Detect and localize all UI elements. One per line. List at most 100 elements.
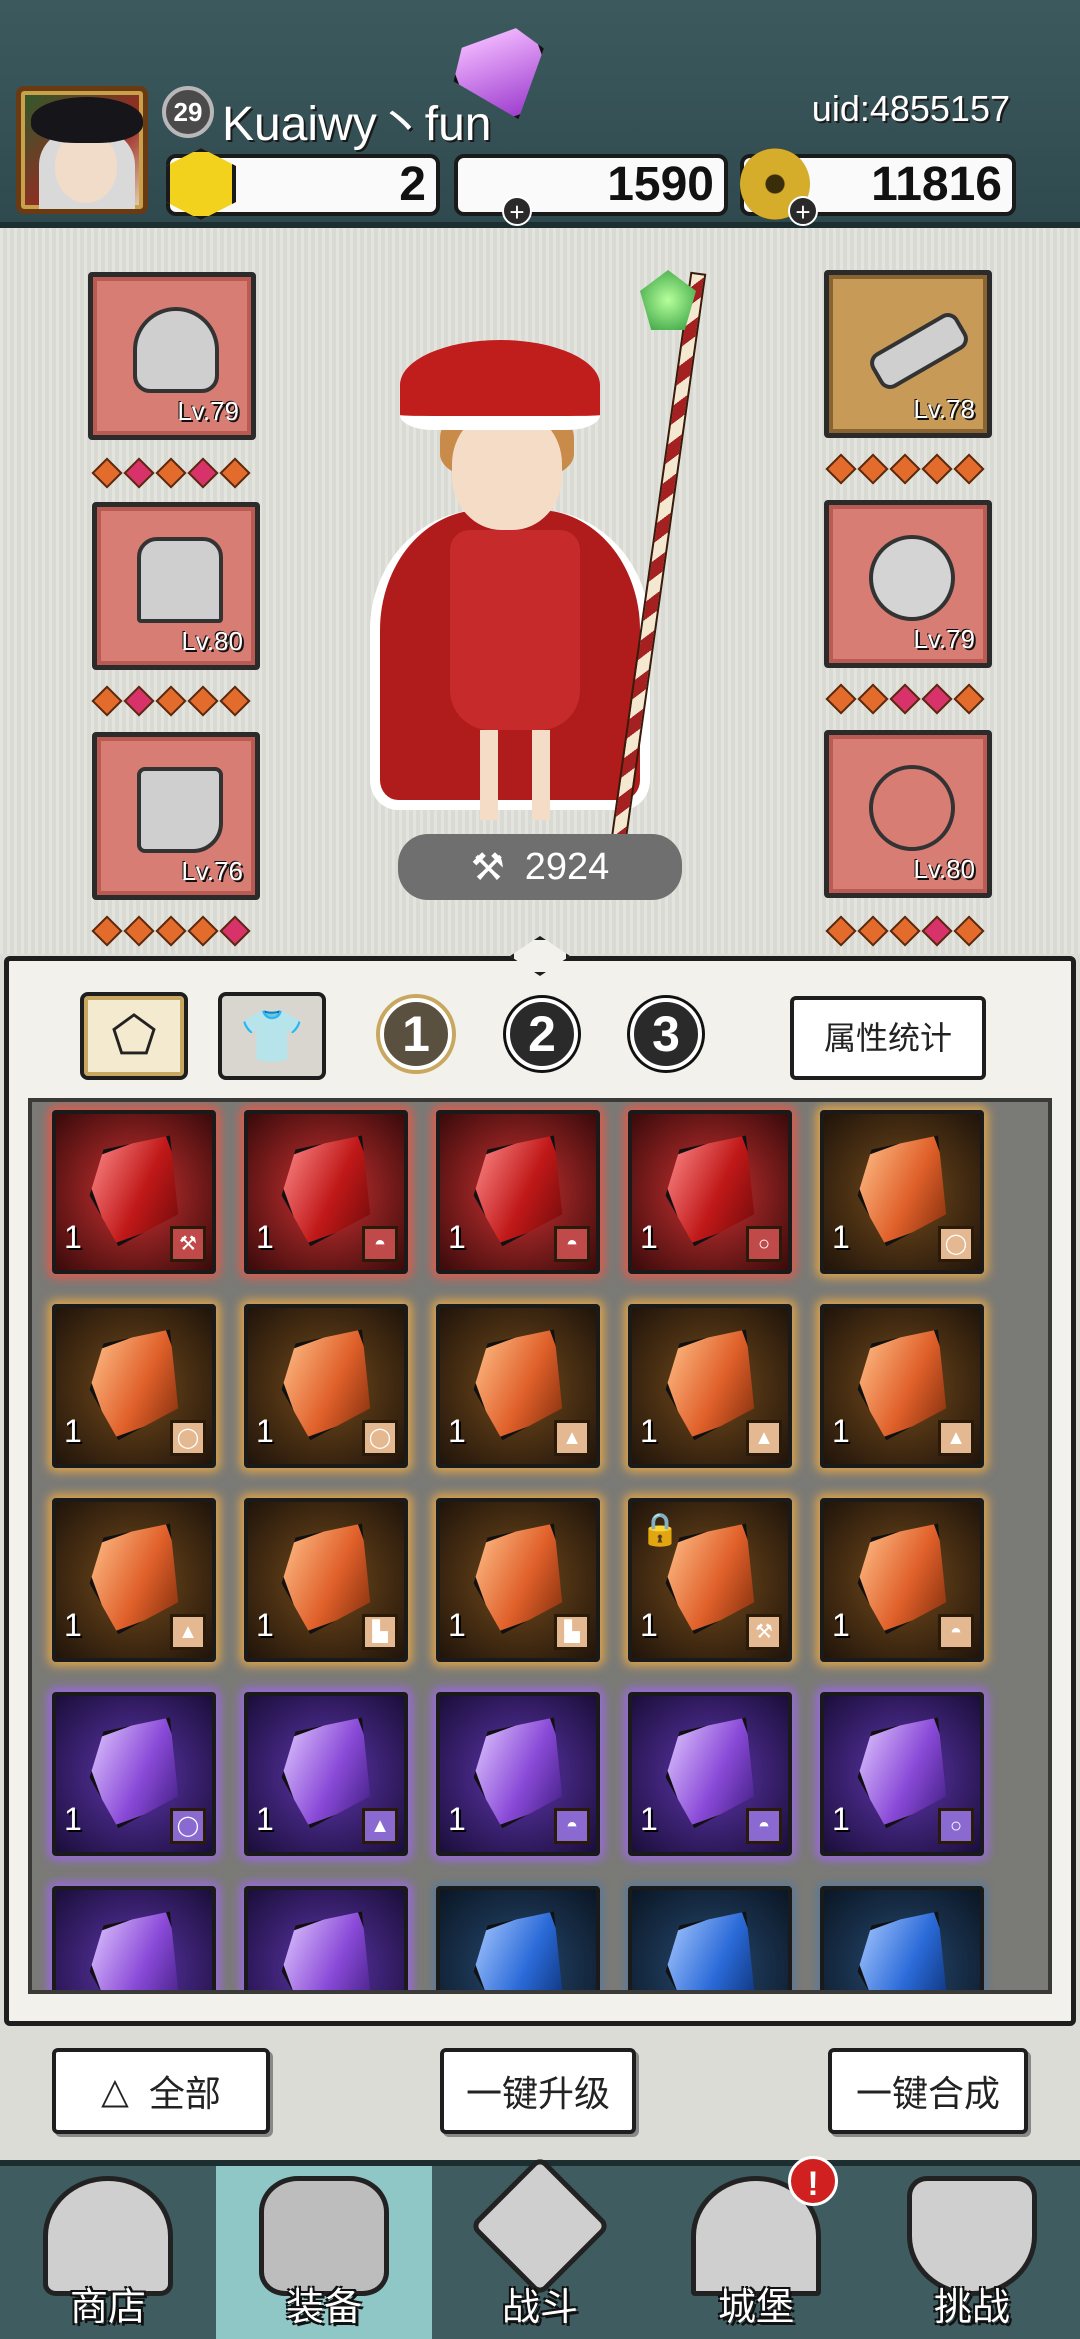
inventory-grid-container[interactable]: 1 ⚒ 1 ◓ 1 ◓ 1 ○ 1 ◯ 1 ◯ 1 ◯ 1 ▲ 1 ▲ 1 ▲ 1 ▲ 1 ▙ 1 ▙ 🔒… (28, 1098, 1052, 1994)
boots-slot-icon: ▙ (554, 1614, 590, 1650)
necklace-icon (869, 765, 955, 851)
inventory-item[interactable]: 1 (244, 1886, 408, 1994)
inventory-item[interactable]: 1 ⚒ (52, 1110, 216, 1274)
tab-costumes[interactable]: 👕 (218, 992, 326, 1080)
nav-castle[interactable]: ! 城堡 (648, 2156, 864, 2339)
loadout-tab-3[interactable]: 3 (630, 998, 702, 1070)
inventory-item[interactable]: 1 (436, 1886, 600, 1994)
slot-level: Lv.79 (177, 396, 239, 426)
upgrade-all-button[interactable]: 一键升级 (440, 2048, 636, 2134)
slot-level: Lv.80 (181, 626, 243, 656)
armor-slot-icon: ▲ (938, 1420, 974, 1456)
filter-all-button[interactable]: △ 全部 (52, 2048, 270, 2134)
armor-icon (137, 537, 223, 623)
inventory-item[interactable]: 1 ▲ (820, 1304, 984, 1468)
tab-gems[interactable]: ⬠ (80, 992, 188, 1080)
helmet-slot-icon: ◓ (554, 1226, 590, 1262)
shirt-icon: 👕 (239, 1007, 305, 1066)
purple-gem-icon (268, 1902, 391, 1994)
player-level-badge: 29 (162, 86, 214, 138)
blue-gem-icon (844, 1902, 967, 1994)
purple-gem-icon (76, 1902, 199, 1994)
inventory-item[interactable]: 1 ◓ (244, 1110, 408, 1274)
inventory-item[interactable]: 1 ◯ (820, 1110, 984, 1274)
necklace-stars (825, 915, 985, 947)
player-uid: uid:4855157 (811, 88, 1010, 129)
loadout-tab-1[interactable]: 1 (380, 998, 452, 1070)
equip-slot-boots[interactable]: Lv.76 (92, 732, 260, 900)
armor-slot-icon: ▲ (746, 1420, 782, 1456)
helmet-icon (133, 307, 219, 393)
blue-gem-icon (652, 1902, 775, 1994)
slot-level: Lv.78 (913, 394, 975, 424)
inventory-item[interactable]: 1 ◯ (52, 1692, 216, 1856)
nav-equipment[interactable]: 装备 (216, 2166, 432, 2339)
boots-slot-icon: ▙ (362, 1614, 398, 1650)
inventory-item[interactable]: 1 ◯ (52, 1304, 216, 1468)
inventory-item[interactable]: 1 (628, 1886, 792, 1994)
inventory-item[interactable]: 1 ◯ (244, 1304, 408, 1468)
inventory-item[interactable]: 1 (52, 1886, 216, 1994)
gem-outline-icon: ⬠ (111, 1007, 157, 1065)
slot-level: Lv.80 (913, 854, 975, 884)
helmet-stars (91, 457, 251, 489)
nav-shop[interactable]: 商店 (0, 2166, 216, 2339)
player-avatar[interactable] (16, 86, 148, 214)
player-name: Kuaiwy丶fun (222, 98, 492, 151)
inventory-item[interactable]: 1 ◓ (436, 1110, 600, 1274)
inventory-item[interactable]: 1 ◓ (820, 1498, 984, 1662)
equip-slot-necklace[interactable]: Lv.80 (824, 730, 992, 898)
hero-legs (480, 730, 550, 820)
nav-battle-label: 战斗 (501, 2287, 578, 2329)
inventory-item[interactable]: 1 ▲ (436, 1304, 600, 1468)
nav-battle[interactable]: 战斗 (432, 2155, 648, 2339)
loadout-tab-2[interactable]: 2 (506, 998, 578, 1070)
blue-gem-icon (460, 1902, 583, 1994)
boots-stars (91, 915, 251, 947)
equip-slot-ring[interactable]: Lv.79 (824, 500, 992, 668)
avatar-face (55, 133, 117, 203)
armor-slot-icon: ▲ (362, 1808, 398, 1844)
nav-castle-label: 城堡 (717, 2287, 794, 2329)
inventory-item[interactable]: 1 ▙ (436, 1498, 600, 1662)
armor-stars (91, 685, 251, 717)
attribute-stats-button[interactable]: 属性统计 (790, 996, 986, 1080)
helmet-slot-icon: ◓ (746, 1808, 782, 1844)
gem-counter: 1590 (454, 154, 728, 216)
helmet-slot-icon: ◓ (554, 1808, 590, 1844)
inventory-item[interactable]: 1 ▲ (628, 1304, 792, 1468)
add-gems-button[interactable]: + (502, 196, 532, 226)
merge-all-button[interactable]: 一键合成 (828, 2048, 1028, 2134)
hero-santa-hat (400, 340, 600, 430)
inventory-grid: 1 ⚒ 1 ◓ 1 ◓ 1 ○ 1 ◯ 1 ◯ 1 ◯ 1 ▲ 1 ▲ 1 ▲ 1 ▲ 1 ▙ 1 ▙ 🔒… (52, 1110, 984, 1994)
inventory-item[interactable]: 1 ▲ (52, 1498, 216, 1662)
nav-equipment-label: 装备 (285, 2287, 362, 2329)
inventory-item[interactable]: 1 ▲ (244, 1692, 408, 1856)
necklace-slot-icon: ○ (746, 1226, 782, 1262)
castle-alert-badge: ! (788, 2156, 838, 2206)
inventory-item[interactable]: 1 ▙ (244, 1498, 408, 1662)
triangle-filter-icon: △ (101, 2070, 129, 2111)
slot-level: Lv.76 (181, 856, 243, 886)
add-coins-button[interactable]: + (788, 196, 818, 226)
helmet-slot-icon: ◓ (362, 1226, 398, 1262)
ring-slot-icon: ◯ (170, 1420, 206, 1456)
ring-slot-icon: ◯ (938, 1226, 974, 1262)
power-icon: ⚒ (470, 846, 505, 889)
inventory-item[interactable]: 1 ○ (820, 1692, 984, 1856)
inventory-item[interactable]: 1 ◓ (436, 1692, 600, 1856)
inventory-item[interactable]: 1 ◓ (628, 1692, 792, 1856)
equip-slot-weapon[interactable]: Lv.78 (824, 270, 992, 438)
inventory-item[interactable]: 🔒 1 ⚒ (628, 1498, 792, 1662)
combat-power: ⚒ 2924 (398, 834, 682, 900)
bottom-nav: 商店 装备 战斗 ! 城堡 挑战 (0, 2155, 1080, 2339)
weapon-slot-icon: ⚒ (170, 1226, 206, 1262)
ring-slot-icon: ◯ (362, 1420, 398, 1456)
inventory-item[interactable]: 1 ○ (628, 1110, 792, 1274)
equip-slot-armor[interactable]: Lv.80 (92, 502, 260, 670)
nav-challenge[interactable]: 挑战 (864, 2166, 1080, 2339)
weapon-icon (865, 308, 973, 394)
inventory-item[interactable]: 1 (820, 1886, 984, 1994)
equip-slot-helmet[interactable]: Lv.79 (88, 272, 256, 440)
weapon-stars (825, 453, 985, 485)
